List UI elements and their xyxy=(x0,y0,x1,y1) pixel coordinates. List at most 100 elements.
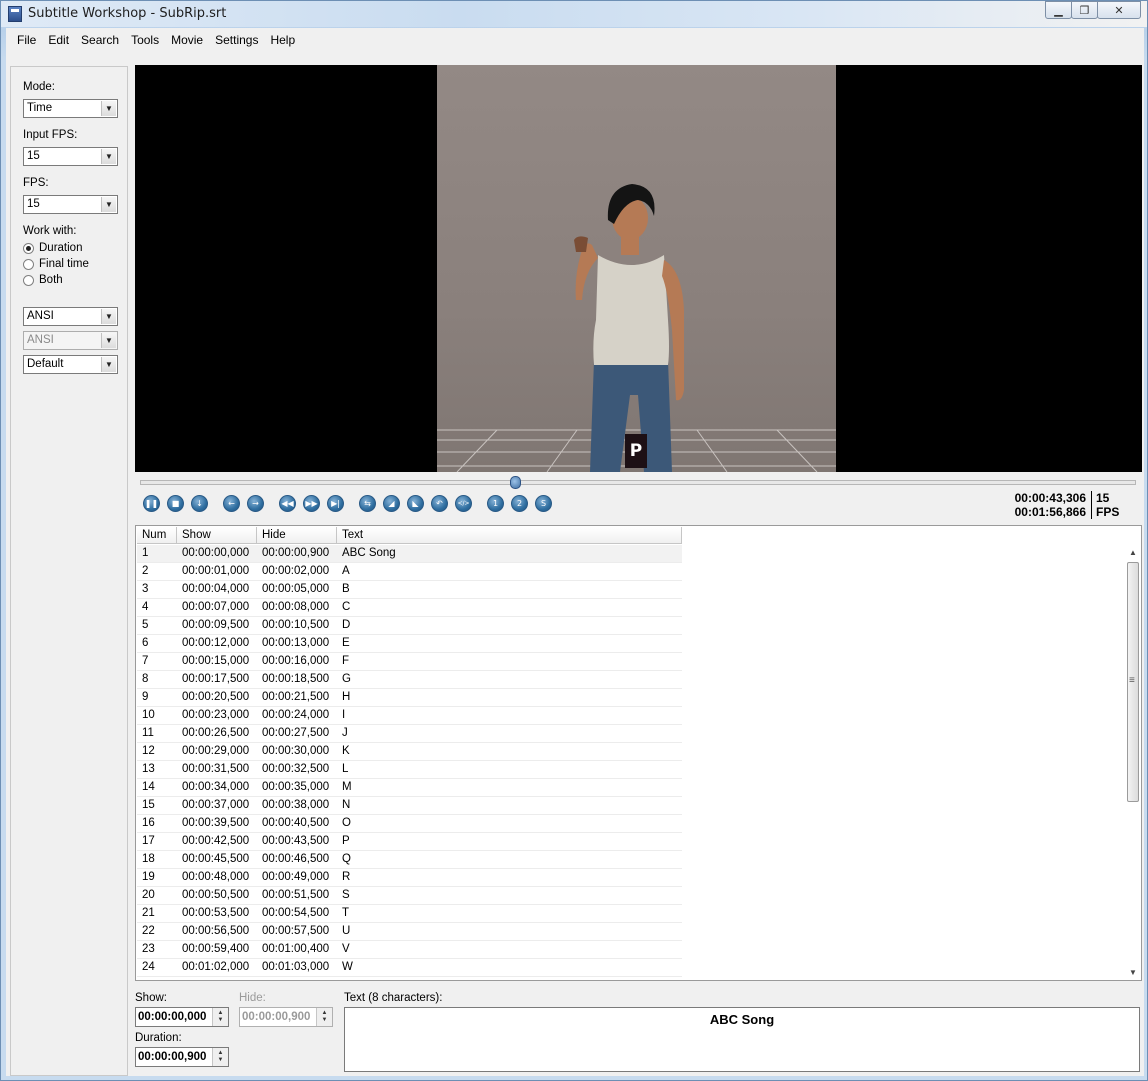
table-row[interactable]: 20 00:00:50,500 00:00:51,500 S xyxy=(137,887,682,905)
table-row[interactable]: 15 00:00:37,000 00:00:38,000 N xyxy=(137,797,682,815)
input-fps-value: 15 xyxy=(27,150,40,162)
table-row[interactable]: 10 00:00:23,000 00:00:24,000 I xyxy=(137,707,682,725)
table-row[interactable]: 17 00:00:42,500 00:00:43,500 P xyxy=(137,833,682,851)
fast-forward-icon[interactable]: ▶▶ xyxy=(303,495,320,512)
row-text: U xyxy=(342,925,351,937)
maximize-button[interactable]: ❐ xyxy=(1071,1,1098,19)
one-icon[interactable]: 1 xyxy=(487,495,504,512)
scroll-thumb[interactable] xyxy=(1127,562,1139,802)
table-row[interactable]: 18 00:00:45,500 00:00:46,500 Q xyxy=(137,851,682,869)
pause-icon[interactable]: ❚❚ xyxy=(143,495,160,512)
menu-edit[interactable]: Edit xyxy=(42,33,75,47)
table-row[interactable]: 21 00:00:53,500 00:00:54,500 T xyxy=(137,905,682,923)
menu-search[interactable]: Search xyxy=(75,33,125,47)
style-select[interactable]: Default ▼ xyxy=(23,355,118,374)
back-icon[interactable]: ↶ xyxy=(431,495,448,512)
table-row[interactable]: 6 00:00:12,000 00:00:13,000 E xyxy=(137,635,682,653)
table-row[interactable]: 16 00:00:39,500 00:00:40,500 O xyxy=(137,815,682,833)
s-icon[interactable]: S xyxy=(535,495,552,512)
table-row[interactable]: 14 00:00:34,000 00:00:35,000 M xyxy=(137,779,682,797)
rewind-icon[interactable]: ◀◀ xyxy=(279,495,296,512)
menu-settings[interactable]: Settings xyxy=(209,33,264,47)
table-row[interactable]: 24 00:01:02,000 00:01:03,000 W xyxy=(137,959,682,977)
radio-final-time[interactable]: Final time xyxy=(23,258,89,270)
vertical-scrollbar[interactable]: ▲ ▼ xyxy=(1125,544,1141,980)
menu-movie[interactable]: Movie xyxy=(165,33,209,47)
chevron-down-icon[interactable]: ▼ xyxy=(101,309,116,324)
stop-icon[interactable]: ■ xyxy=(167,495,184,512)
fps-value: 15 xyxy=(27,198,40,210)
radio-dot[interactable] xyxy=(23,258,34,270)
table-row[interactable]: 8 00:00:17,500 00:00:18,500 G xyxy=(137,671,682,689)
table-row[interactable]: 3 00:00:04,000 00:00:05,000 B xyxy=(137,581,682,599)
spin-down-icon[interactable]: ▼ xyxy=(218,1017,224,1024)
chevron-down-icon[interactable]: ▼ xyxy=(101,357,116,372)
table-row[interactable]: 4 00:00:07,000 00:00:08,000 C xyxy=(137,599,682,617)
header-show[interactable]: Show xyxy=(177,527,257,544)
seek-thumb[interactable] xyxy=(509,476,521,489)
code-icon[interactable]: </> xyxy=(455,495,472,512)
menu-bar: File Edit Search Tools Movie Settings He… xyxy=(6,28,1144,52)
down-icon[interactable]: ↓ xyxy=(191,495,208,512)
radio-both[interactable]: Both xyxy=(23,274,63,286)
radio-dot[interactable] xyxy=(23,274,34,286)
show-time-field[interactable]: 00:00:00,000 ▲ ▼ xyxy=(135,1007,229,1027)
table-row[interactable]: 23 00:00:59,400 00:01:00,400 V xyxy=(137,941,682,959)
header-text[interactable]: Text xyxy=(337,527,682,544)
table-row[interactable]: 7 00:00:15,000 00:00:16,000 F xyxy=(137,653,682,671)
input-fps-label: Input FPS: xyxy=(23,129,78,141)
radio-dot[interactable] xyxy=(23,242,34,254)
mark-start-icon[interactable]: ◢ xyxy=(383,495,400,512)
video-preview[interactable]: P xyxy=(135,65,1142,472)
close-button[interactable]: ✕ xyxy=(1097,1,1141,19)
two-icon[interactable]: 2 xyxy=(511,495,528,512)
row-num: 22 xyxy=(142,925,155,937)
fps-readout: 15 xyxy=(1096,491,1110,505)
row-hide: 00:00:54,500 xyxy=(262,907,330,919)
subtitle-text-editor[interactable]: ABC Song xyxy=(344,1007,1140,1072)
mark-end-icon[interactable]: ◣ xyxy=(407,495,424,512)
spin-down-icon[interactable]: ▼ xyxy=(218,1057,224,1064)
spinner-icon[interactable]: ▲ ▼ xyxy=(212,1048,228,1066)
header-hide[interactable]: Hide xyxy=(257,527,337,544)
spin-up-icon[interactable]: ▲ xyxy=(218,1010,224,1017)
row-num: 13 xyxy=(142,763,155,775)
radio-duration[interactable]: Duration xyxy=(23,242,82,254)
fps-select[interactable]: 15 ▼ xyxy=(23,195,118,214)
menu-tools[interactable]: Tools xyxy=(125,33,165,47)
chevron-down-icon[interactable]: ▼ xyxy=(101,197,116,212)
next-icon[interactable]: → xyxy=(247,495,264,512)
seek-bar[interactable] xyxy=(140,476,1136,489)
table-row[interactable]: 12 00:00:29,000 00:00:30,000 K xyxy=(137,743,682,761)
scroll-down-icon[interactable]: ▼ xyxy=(1125,964,1141,980)
row-hide: 00:00:43,500 xyxy=(262,835,330,847)
table-row[interactable]: 11 00:00:26,500 00:00:27,500 J xyxy=(137,725,682,743)
chevron-down-icon[interactable]: ▼ xyxy=(101,149,116,164)
chevron-down-icon[interactable]: ▼ xyxy=(101,101,116,116)
table-row[interactable]: 5 00:00:09,500 00:00:10,500 D xyxy=(137,617,682,635)
row-text: G xyxy=(342,673,351,685)
minimize-button[interactable]: ▁ xyxy=(1045,1,1072,19)
sync-icon[interactable]: ⇆ xyxy=(359,495,376,512)
step-icon[interactable]: ▶| xyxy=(327,495,344,512)
spin-up-icon[interactable]: ▲ xyxy=(218,1050,224,1057)
table-row[interactable]: 2 00:00:01,000 00:00:02,000 A xyxy=(137,563,682,581)
menu-help[interactable]: Help xyxy=(264,33,301,47)
input-fps-select[interactable]: 15 ▼ xyxy=(23,147,118,166)
duration-field[interactable]: 00:00:00,900 ▲ ▼ xyxy=(135,1047,229,1067)
prev-icon[interactable]: ← xyxy=(223,495,240,512)
row-hide: 00:00:27,500 xyxy=(262,727,330,739)
table-row[interactable]: 19 00:00:48,000 00:00:49,000 R xyxy=(137,869,682,887)
time-separator xyxy=(1091,491,1092,519)
table-row[interactable]: 1 00:00:00,000 00:00:00,900 ABC Song xyxy=(137,545,682,563)
table-row[interactable]: 22 00:00:56,500 00:00:57,500 U xyxy=(137,923,682,941)
table-row[interactable]: 13 00:00:31,500 00:00:32,500 L xyxy=(137,761,682,779)
spinner-icon[interactable]: ▲ ▼ xyxy=(212,1008,228,1026)
charset-select[interactable]: ANSI ▼ xyxy=(23,307,118,326)
mode-select[interactable]: Time ▼ xyxy=(23,99,118,118)
menu-file[interactable]: File xyxy=(11,33,42,47)
header-num[interactable]: Num xyxy=(137,527,177,544)
scroll-up-icon[interactable]: ▲ xyxy=(1125,544,1141,560)
table-row[interactable]: 9 00:00:20,500 00:00:21,500 H xyxy=(137,689,682,707)
subtitle-list[interactable]: Num Show Hide Text 1 00:00:00,000 00:00:00… xyxy=(135,525,1142,981)
